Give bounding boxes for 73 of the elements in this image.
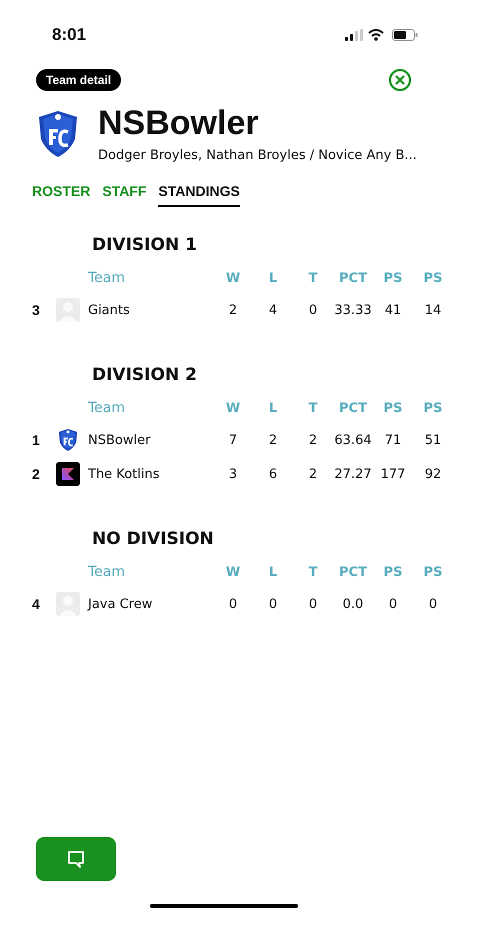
team-name-cell[interactable]: Java Crew: [88, 596, 213, 612]
rank-number: 3: [32, 302, 41, 318]
table-cell: 92: [424, 466, 442, 482]
shield-logo-icon: [36, 108, 80, 158]
close-button[interactable]: [388, 68, 412, 92]
team-subtitle: Dodger Broyles, Nathan Broyles / Novice Any B...: [98, 148, 417, 163]
team-name: NSBowler: [98, 104, 260, 142]
battery-icon: [392, 29, 418, 41]
table-cell: 0: [308, 302, 318, 318]
table-cell: 2: [308, 466, 318, 482]
table-cell: 63.64: [334, 432, 372, 448]
rank-number: 4: [32, 596, 41, 612]
tab[interactable]: STAFF: [102, 183, 146, 207]
team-name-cell[interactable]: The Kotlins: [88, 466, 213, 482]
chat-button[interactable]: [36, 837, 116, 881]
rank-number: 2: [32, 466, 41, 482]
close-icon: [388, 68, 412, 92]
wifi-icon: [368, 29, 384, 41]
table-cell: 71: [384, 432, 402, 448]
column-header: PS: [424, 270, 442, 286]
signal-icon: [345, 29, 363, 41]
column-header: PS: [384, 400, 402, 416]
column-header: T: [308, 564, 318, 580]
status-time: 8:01: [52, 25, 88, 45]
table-cell: 0.0: [342, 596, 364, 612]
column-header: L: [268, 270, 278, 286]
column-header: L: [268, 400, 278, 416]
division-title: DIVISION 1: [91, 235, 198, 255]
table-cell: 0: [428, 596, 438, 612]
column-header: Team: [88, 270, 126, 286]
table-cell: 0: [388, 596, 398, 612]
tab[interactable]: STANDINGS: [158, 183, 240, 207]
team-name-cell[interactable]: NSBowler: [88, 432, 213, 448]
column-header: PS: [424, 400, 442, 416]
team-name-cell[interactable]: Giants: [88, 302, 213, 318]
rank-number: 1: [32, 432, 41, 448]
table-cell: 3: [228, 466, 238, 482]
column-header: Team: [88, 564, 126, 580]
table-cell: 7: [228, 432, 238, 448]
table-cell: 0: [268, 596, 278, 612]
column-header: L: [268, 564, 278, 580]
table-cell: 2: [308, 432, 318, 448]
column-header: Team: [88, 400, 126, 416]
table-cell: 0: [228, 596, 238, 612]
division-title: NO DIVISION: [91, 529, 215, 549]
k-logo-icon: [56, 462, 80, 486]
shield-logo-icon: [56, 428, 80, 452]
column-header: W: [226, 564, 240, 580]
tab[interactable]: ROSTER: [32, 183, 90, 207]
table-cell: 6: [268, 466, 278, 482]
column-header: W: [226, 270, 240, 286]
column-header: PS: [384, 270, 402, 286]
column-header: PCT: [339, 564, 367, 580]
table-cell: 51: [424, 432, 442, 448]
table-cell: 2: [268, 432, 278, 448]
table-cell: 4: [268, 302, 278, 318]
column-header: T: [308, 270, 318, 286]
table-cell: 33.33: [334, 302, 372, 318]
division-title: DIVISION 2: [91, 365, 198, 385]
column-header: T: [308, 400, 318, 416]
table-cell: 27.27: [334, 466, 372, 482]
table-cell: 14: [424, 302, 442, 318]
column-header: PS: [384, 564, 402, 580]
column-header: W: [226, 400, 240, 416]
column-header: PCT: [339, 270, 367, 286]
column-header: PS: [424, 564, 442, 580]
table-cell: 41: [384, 302, 402, 318]
chat-bubble-icon: [66, 849, 86, 869]
table-cell: 2: [228, 302, 238, 318]
table-cell: 0: [308, 596, 318, 612]
screen-badge: Team detail: [36, 69, 122, 91]
table-cell: 177: [380, 466, 406, 482]
column-header: PCT: [339, 400, 367, 416]
